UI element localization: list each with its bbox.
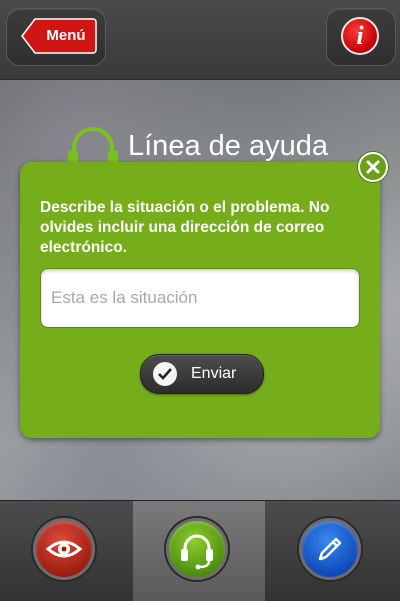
check-icon	[153, 362, 177, 386]
info-icon: i	[341, 17, 379, 55]
menu-button-label: Menú	[46, 27, 86, 44]
close-icon	[366, 160, 380, 174]
dialog-instructions: Describe la situación o el problema. No …	[40, 199, 330, 256]
headset-icon	[166, 518, 228, 580]
send-button-label: Enviar	[191, 365, 237, 382]
eye-icon	[33, 518, 95, 580]
tab-helpline[interactable]	[133, 501, 265, 601]
tab-observe[interactable]	[0, 501, 132, 601]
close-button[interactable]	[358, 152, 388, 182]
help-dialog: Describe la situación o el problema. No …	[20, 162, 380, 438]
tab-write[interactable]	[266, 501, 398, 601]
send-button[interactable]: Enviar	[140, 354, 264, 394]
info-button[interactable]: i	[326, 8, 396, 66]
menu-button[interactable]: Menú	[6, 8, 106, 66]
page-title: Línea de ayuda	[128, 130, 328, 162]
bottom-tab-bar	[0, 500, 400, 601]
situation-input[interactable]	[40, 268, 360, 328]
pencil-icon	[299, 518, 361, 580]
top-bar: Menú i	[0, 0, 400, 80]
